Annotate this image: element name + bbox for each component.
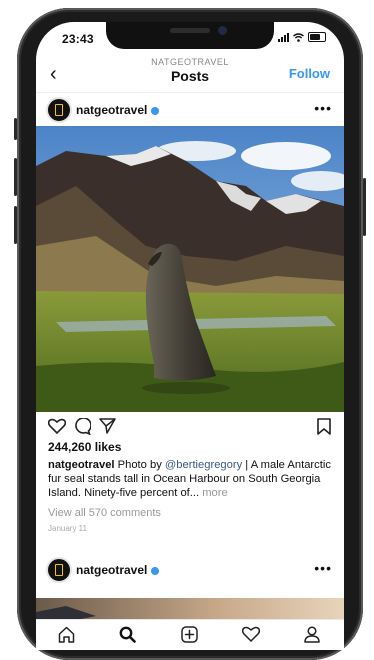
tab-bar	[36, 619, 344, 650]
heart-icon[interactable]	[242, 626, 260, 642]
volume-down-button	[14, 206, 17, 244]
likes-count[interactable]: 244,260 likes	[48, 440, 121, 454]
heart-icon[interactable]	[48, 418, 66, 434]
caption-more-link[interactable]: more	[202, 487, 228, 499]
caption-text-1: Photo by	[117, 459, 165, 471]
wifi-icon	[293, 32, 304, 42]
verified-badge-icon	[151, 106, 160, 115]
profile-icon[interactable]	[304, 626, 320, 643]
more-options-icon[interactable]: •••	[314, 560, 332, 576]
phone-screen: 23:43 ‹ NATGEOTRAVEL Posts Follow natgeo…	[36, 22, 344, 650]
view-comments-link[interactable]: View all 570 comments	[48, 507, 161, 519]
post-photo[interactable]	[36, 126, 344, 412]
speaker	[170, 28, 210, 33]
notch	[106, 22, 274, 49]
comment-icon[interactable]	[74, 418, 91, 435]
caption-username[interactable]: natgeotravel	[48, 459, 115, 471]
search-icon[interactable]	[119, 626, 136, 643]
status-time: 23:43	[62, 32, 94, 46]
add-icon[interactable]	[181, 626, 198, 643]
signal-icon	[278, 32, 289, 42]
status-icons	[278, 32, 326, 42]
front-camera	[218, 26, 227, 35]
share-icon[interactable]	[99, 418, 116, 434]
power-button	[363, 178, 366, 236]
post-username-2[interactable]: natgeotravel	[76, 563, 160, 577]
verified-badge-icon	[151, 566, 160, 575]
volume-up-button	[14, 158, 17, 196]
post-header-2: natgeotravel •••	[36, 552, 344, 588]
post-date: January 11	[48, 524, 87, 533]
post-actions	[36, 412, 344, 440]
caption-mention[interactable]: @bertiegregory	[165, 459, 242, 471]
nav-bar: ‹ NATGEOTRAVEL Posts Follow	[36, 54, 344, 93]
follow-button[interactable]: Follow	[289, 66, 330, 81]
battery-icon	[308, 32, 326, 42]
avatar[interactable]	[46, 557, 72, 583]
post-header: natgeotravel •••	[36, 92, 344, 128]
more-options-icon[interactable]: •••	[314, 100, 332, 116]
mute-switch	[14, 118, 17, 140]
home-icon[interactable]	[58, 626, 75, 643]
post-caption: natgeotravel Photo by @bertiegregory | A…	[48, 458, 334, 500]
avatar[interactable]	[46, 97, 72, 123]
bookmark-icon[interactable]	[317, 418, 331, 435]
post-username[interactable]: natgeotravel	[76, 103, 160, 117]
fur-seal-photo-icon	[36, 126, 344, 412]
